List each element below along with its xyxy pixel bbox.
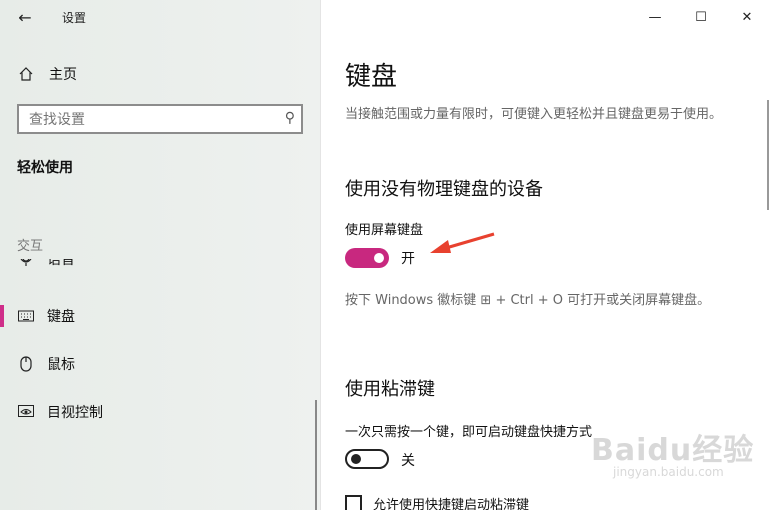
on-screen-keyboard-toggle-state: 开 xyxy=(401,251,415,267)
sidebar-item-eye-control[interactable]: 目视控制 xyxy=(0,397,320,427)
sidebar-item-label: 目视控制 xyxy=(47,405,103,421)
search-icon[interactable]: ⚲ xyxy=(285,110,295,126)
search-box[interactable]: ⚲ xyxy=(17,104,303,134)
on-screen-keyboard-hint: 按下 Windows 徽标键 ⊞ + Ctrl + O 可打开或关闭屏幕键盘。 xyxy=(345,293,711,308)
minimize-button[interactable]: — xyxy=(641,6,669,28)
sidebar-scrollbar[interactable] xyxy=(315,400,317,510)
sidebar-item-label: 鼠标 xyxy=(47,357,75,373)
watermark-text: Baidu经验 xyxy=(591,433,755,468)
section-heading-sticky-keys: 使用粘滞键 xyxy=(345,379,435,400)
main-scrollbar[interactable] xyxy=(767,100,769,210)
section-title: 轻松使用 xyxy=(17,160,73,176)
sticky-keys-shortcut-label: 允许使用快捷键启动粘滞键 xyxy=(373,498,530,510)
arrow-left-icon: ← xyxy=(18,7,32,27)
on-screen-keyboard-toggle[interactable] xyxy=(345,248,389,268)
sticky-keys-label: 一次只需按一个键，即可启动键盘快捷方式 xyxy=(345,425,593,440)
home-nav-item[interactable]: 主页 xyxy=(17,63,77,85)
main-content: — ☐ ✕ 键盘 当接触范围或力量有限时，可便键入更轻松并且键盘更易于使用。 使… xyxy=(321,0,771,510)
home-label: 主页 xyxy=(49,67,77,83)
sidebar-item-speech[interactable]: 语音 xyxy=(0,259,320,275)
page-description: 当接触范围或力量有限时，可便键入更轻松并且键盘更易于使用。 xyxy=(345,107,723,122)
annotation-arrow-icon xyxy=(430,232,495,253)
toggle-knob xyxy=(374,253,384,263)
sidebar-item-label: 语音 xyxy=(47,259,75,268)
sidebar: ← 设置 主页 ⚲ 轻松使用 交互 语音 键盘 鼠标 xyxy=(0,0,321,510)
window-title: 设置 xyxy=(62,11,87,25)
on-screen-keyboard-label: 使用屏幕键盘 xyxy=(345,223,424,238)
sidebar-item-keyboard[interactable]: 键盘 xyxy=(0,301,320,331)
toggle-knob xyxy=(351,454,361,464)
mouse-icon xyxy=(17,355,35,373)
minimize-icon: — xyxy=(648,9,662,25)
microphone-icon xyxy=(17,259,35,268)
sticky-keys-toggle[interactable] xyxy=(345,449,389,469)
maximize-button[interactable]: ☐ xyxy=(687,6,715,28)
search-input[interactable] xyxy=(27,110,271,130)
sticky-keys-toggle-state: 关 xyxy=(401,453,415,469)
close-icon: ✕ xyxy=(741,9,753,25)
group-label: 交互 xyxy=(17,239,44,254)
watermark: Baidu经验 jingyan.baidu.com xyxy=(591,425,754,479)
page-title: 键盘 xyxy=(345,62,398,92)
maximize-icon: ☐ xyxy=(695,9,707,25)
close-button[interactable]: ✕ xyxy=(733,6,761,28)
back-button[interactable]: ← xyxy=(14,6,36,28)
eye-control-icon xyxy=(17,403,35,421)
sticky-keys-shortcut-checkbox[interactable] xyxy=(345,495,362,510)
keyboard-icon xyxy=(17,307,35,325)
home-icon xyxy=(17,65,35,83)
sidebar-item-mouse[interactable]: 鼠标 xyxy=(0,349,320,379)
sidebar-item-label: 键盘 xyxy=(47,309,75,325)
section-heading-on-screen-keyboard: 使用没有物理键盘的设备 xyxy=(345,179,543,200)
